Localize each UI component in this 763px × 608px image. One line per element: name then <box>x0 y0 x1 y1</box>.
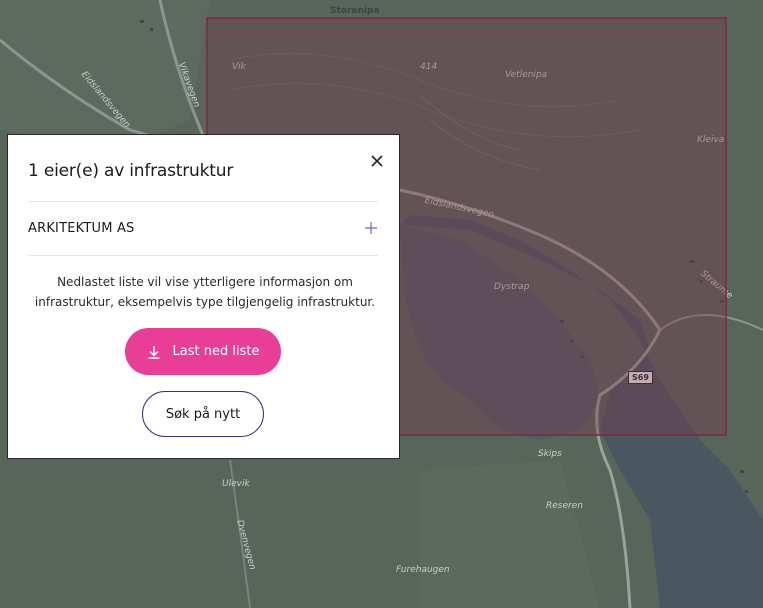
plus-icon[interactable] <box>364 221 378 235</box>
search-again-button[interactable]: Søk på nytt <box>142 391 264 437</box>
divider-bottom <box>28 255 378 256</box>
map-label-ulevik: Ulevik <box>222 479 250 489</box>
download-list-button[interactable]: Last ned liste <box>125 328 281 375</box>
close-icon <box>371 155 383 167</box>
dialog-title: 1 eier(e) av infrastruktur <box>28 161 234 181</box>
map-label-reseren: Reseren <box>546 501 583 511</box>
infrastructure-owners-dialog: 1 eier(e) av infrastruktur ARKITEKTUM AS… <box>7 134 400 459</box>
owner-name: ARKITEKTUM AS <box>28 220 135 236</box>
map-label-skips: Skips <box>538 449 562 459</box>
download-list-label: Last ned liste <box>172 344 260 359</box>
owner-list-item[interactable]: ARKITEKTUM AS <box>28 201 378 255</box>
close-button[interactable] <box>368 152 386 170</box>
map-label-furehaugen: Furehaugen <box>396 565 450 575</box>
download-info-text: Nedlastet liste vil vise ytterligere inf… <box>34 275 376 309</box>
map-label-storenipa: Storenipa <box>330 6 380 16</box>
download-icon <box>148 345 160 359</box>
